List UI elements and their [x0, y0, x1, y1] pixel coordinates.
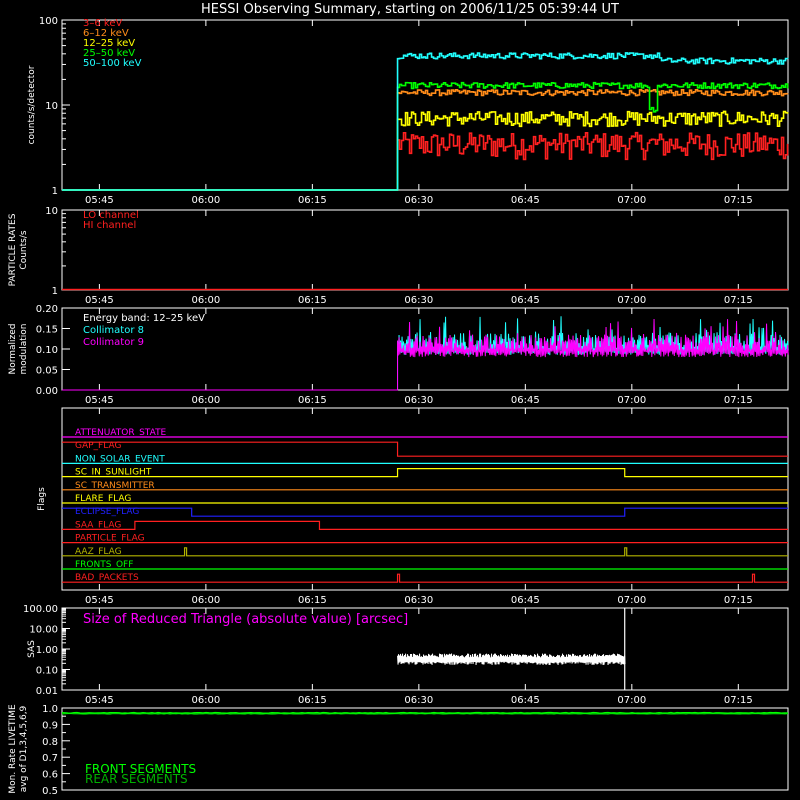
x-tick-label: 06:30 [404, 395, 433, 406]
y-axis-label: Flags [37, 487, 47, 511]
x-tick-label: 06:45 [511, 295, 540, 306]
y-tick-label: 10 [45, 101, 58, 112]
x-tick-label: 06:30 [404, 595, 433, 606]
legend-entry-1: HI channel [83, 220, 136, 231]
x-tick-label: 07:15 [724, 695, 753, 706]
x-tick-label: 07:15 [724, 595, 753, 606]
x-tick-label: 06:30 [404, 195, 433, 206]
x-tick-label: 06:45 [511, 595, 540, 606]
x-tick-label: 07:00 [617, 295, 646, 306]
x-tick-label: 06:15 [298, 595, 327, 606]
y-tick-label: 1 [52, 286, 58, 297]
x-tick-label: 07:15 [724, 395, 753, 406]
x-tick-label: 06:00 [191, 695, 220, 706]
y-tick-label: 1.00 [36, 645, 58, 656]
x-tick-label: 06:00 [191, 195, 220, 206]
y-axis-label: SAS [27, 640, 37, 658]
legend-entry-4: 50–100 keV [83, 58, 142, 69]
x-tick-label: 05:45 [85, 595, 114, 606]
y-tick-label: 1 [52, 186, 58, 197]
x-tick-label: 07:15 [724, 195, 753, 206]
y-axis-label: PARTICLE RATES [8, 213, 18, 286]
y-tick-label: 10 [45, 206, 58, 217]
series-line-0 [61, 711, 789, 714]
y-tick-label: 0.10 [36, 345, 58, 356]
x-tick-label: 06:15 [298, 695, 327, 706]
y-tick-label: 0.5 [42, 786, 58, 797]
x-tick-label: 06:15 [298, 195, 327, 206]
legend-entry-1: Collimator 9 [83, 337, 144, 348]
y-axis-label: counts/s/detector [27, 65, 37, 144]
figure-title: HESSI Observing Summary, starting on 200… [201, 2, 619, 17]
y-tick-label: 0.15 [36, 325, 58, 336]
x-tick-label: 06:00 [191, 395, 220, 406]
y-tick-label: 0.10 [36, 666, 58, 677]
y-tick-label: 0.6 [42, 770, 58, 781]
y-tick-label: 0.8 [42, 737, 58, 748]
legend-header: Energy band: 12–25 keV [83, 313, 205, 324]
x-tick-label: 05:45 [85, 295, 114, 306]
x-tick-label: 06:15 [298, 395, 327, 406]
y-axis-label-2: Counts/s [19, 230, 29, 269]
legend-entry-1: REAR SEGMENTS [85, 772, 188, 786]
x-tick-label: 06:45 [511, 395, 540, 406]
y-tick-label: 1.0 [42, 704, 58, 715]
sas-annotation: Size of Reduced Triangle (absolute value… [83, 612, 408, 627]
x-tick-label: 06:45 [511, 195, 540, 206]
x-tick-label: 06:00 [191, 595, 220, 606]
y-tick-label: 100 [39, 16, 58, 27]
x-tick-label: 06:45 [511, 695, 540, 706]
y-tick-label: 0.9 [42, 720, 58, 731]
x-tick-label: 06:30 [404, 695, 433, 706]
x-tick-label: 07:00 [617, 695, 646, 706]
y-axis-label: Mon. Rate LIVETIME [8, 704, 18, 794]
x-tick-label: 07:00 [617, 195, 646, 206]
x-tick-label: 07:00 [617, 595, 646, 606]
x-tick-label: 06:15 [298, 295, 327, 306]
y-tick-label: 0.20 [36, 304, 58, 315]
x-tick-label: 07:00 [617, 395, 646, 406]
y-tick-label: 0.01 [36, 686, 58, 697]
y-axis-label: Normalized [8, 323, 18, 374]
x-tick-label: 05:45 [85, 695, 114, 706]
y-tick-label: 0.7 [42, 753, 58, 764]
y-axis-label-2: modulation [19, 324, 29, 375]
x-tick-label: 06:30 [404, 295, 433, 306]
x-tick-label: 07:15 [724, 295, 753, 306]
x-tick-label: 05:45 [85, 195, 114, 206]
y-tick-label: 0.00 [36, 386, 58, 397]
y-tick-label: 10.00 [29, 625, 58, 636]
y-axis-label-2: avg of D1,3,4,5,6,9 [19, 705, 29, 792]
y-tick-label: 0.05 [36, 366, 58, 377]
hessi-summary-figure: HESSI Observing Summary, starting on 200… [0, 0, 800, 800]
y-tick-label: 100.00 [23, 604, 58, 615]
x-tick-label: 05:45 [85, 395, 114, 406]
legend-entry-0: Collimator 8 [83, 325, 144, 336]
x-tick-label: 06:00 [191, 295, 220, 306]
